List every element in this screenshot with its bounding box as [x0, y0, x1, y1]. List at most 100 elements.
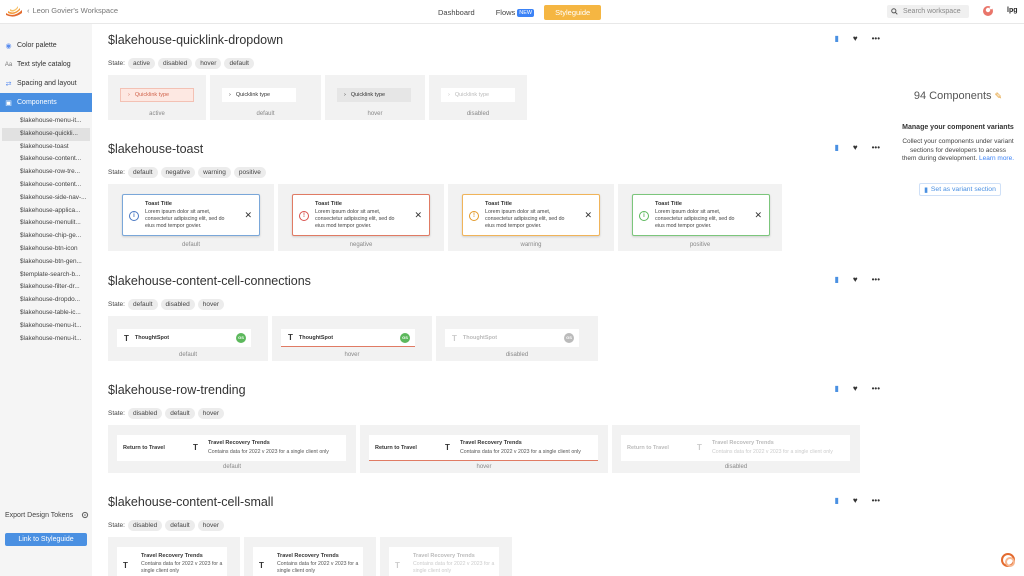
variant-card[interactable]: › Quicklink type disabled	[429, 75, 527, 120]
state-chip[interactable]: disabled	[127, 408, 163, 419]
state-chip[interactable]: disabled	[160, 299, 195, 310]
state-chip[interactable]: default	[127, 299, 158, 310]
sidebar-item[interactable]: $lakehouse-row-tre...	[0, 166, 92, 179]
sidebar-item[interactable]: $lakehouse-btn-icon	[0, 243, 92, 256]
close-icon[interactable]: ✕	[414, 210, 422, 221]
state-chip[interactable]: active	[127, 58, 155, 69]
copy-icon[interactable]: ▮	[834, 275, 838, 284]
user-avatar[interactable]: lpg	[1007, 7, 1018, 14]
copy-icon[interactable]: ▮	[834, 34, 838, 43]
quicklink-dropdown[interactable]: › Quicklink type	[222, 88, 296, 102]
close-icon[interactable]: ✕	[754, 210, 762, 221]
notifications-icon[interactable]	[982, 5, 994, 17]
state-chip[interactable]: hover	[197, 299, 224, 310]
sidebar-item[interactable]: $template-search-b...	[0, 269, 92, 282]
state-chip[interactable]: hover	[195, 58, 222, 69]
set-variant-section-button[interactable]: ▮ Set as variant section	[919, 183, 1001, 196]
help-lifebuoy-icon[interactable]	[1001, 553, 1015, 567]
copy-icon[interactable]: ▮	[834, 496, 838, 505]
heart-icon[interactable]: ♥	[853, 384, 858, 393]
variant-card[interactable]: T Travel Recovery Trends Contains data f…	[108, 537, 240, 576]
content-cell[interactable]: T ThoughtSpot GS	[117, 329, 251, 347]
nav-dashboard[interactable]: Dashboard	[438, 8, 475, 17]
state-chip[interactable]: warning	[198, 167, 231, 178]
sidebar-item[interactable]: $lakehouse-dropdo...	[0, 294, 92, 307]
more-icon[interactable]: •••	[872, 143, 880, 152]
nav-flows[interactable]: Flows NEW	[496, 8, 535, 17]
export-design-tokens[interactable]: Export Design Tokens	[5, 511, 89, 519]
sidebar-item[interactable]: $lakehouse-side-nav-...	[0, 192, 92, 205]
toast[interactable]: i Toast Title Lorem ipsum dolor sit amet…	[632, 194, 770, 236]
variant-card[interactable]: ! Toast Title Lorem ipsum dolor sit amet…	[448, 184, 614, 251]
sidebar-item[interactable]: $lakehouse-menu-it...	[0, 320, 92, 333]
content-cell-small[interactable]: T Travel Recovery Trends Contains data f…	[253, 547, 363, 576]
variant-card[interactable]: › Quicklink type default	[210, 75, 321, 120]
state-chip[interactable]: disabled	[157, 58, 193, 69]
variant-card[interactable]: Return to Travel T Travel Recovery Trend…	[108, 425, 356, 473]
quicklink-dropdown[interactable]: › Quicklink type	[337, 88, 411, 102]
content-cell[interactable]: T ThoughtSpot GS	[281, 329, 415, 347]
state-chip[interactable]: disabled	[127, 520, 163, 531]
sidebar-spacing-layout[interactable]: ⇄ Spacing and layout	[0, 74, 92, 93]
heart-icon[interactable]: ♥	[853, 34, 858, 43]
copy-icon[interactable]: ▮	[834, 143, 838, 152]
toast[interactable]: ! Toast Title Lorem ipsum dolor sit amet…	[462, 194, 600, 236]
sidebar-item[interactable]: $lakehouse-menulit...	[0, 217, 92, 230]
variant-card[interactable]: › Quicklink type active	[108, 75, 206, 120]
sidebar-item[interactable]: $lakehouse-filter-dr...	[0, 281, 92, 294]
heart-icon[interactable]: ♥	[853, 275, 858, 284]
quicklink-dropdown[interactable]: › Quicklink type	[120, 88, 194, 102]
sidebar-item[interactable]: $lakehouse-quickli...	[2, 127, 90, 141]
state-chip[interactable]: hover	[197, 520, 224, 531]
nav-styleguide[interactable]: Styleguide	[544, 5, 602, 20]
state-chip[interactable]: default	[165, 520, 195, 531]
search-input[interactable]: Search workspace	[887, 5, 969, 18]
more-icon[interactable]: •••	[872, 275, 880, 284]
state-chip[interactable]: hover	[197, 408, 224, 419]
back-to-workspace-link[interactable]: ‹ Leon Govier's Workspace	[27, 6, 118, 15]
sidebar-item[interactable]: $lakehouse-content...	[0, 179, 92, 192]
more-icon[interactable]: •••	[872, 496, 880, 505]
copy-icon[interactable]: ▮	[834, 384, 838, 393]
variant-card[interactable]: T ThoughtSpot GS hover	[272, 316, 432, 361]
learn-more-link[interactable]: Learn more.	[979, 155, 1014, 162]
row-trending[interactable]: Return to Travel T Travel Recovery Trend…	[117, 435, 346, 461]
sidebar-item[interactable]: $lakehouse-toast	[0, 141, 92, 154]
sidebar-item[interactable]: $lakehouse-table-ic...	[0, 307, 92, 320]
variant-card[interactable]: i Toast Title Lorem ipsum dolor sit amet…	[618, 184, 782, 251]
heart-icon[interactable]: ♥	[853, 143, 858, 152]
state-chip[interactable]: default	[224, 58, 254, 69]
variant-card[interactable]: T ThoughtSpot GS disabled	[436, 316, 598, 361]
toast[interactable]: ! Toast Title Lorem ipsum dolor sit amet…	[292, 194, 430, 236]
more-icon[interactable]: •••	[872, 384, 880, 393]
sidebar-item[interactable]: $lakehouse-menu-it...	[0, 115, 92, 128]
close-icon[interactable]: ✕	[584, 210, 592, 221]
variant-card[interactable]: ! Toast Title Lorem ipsum dolor sit amet…	[278, 184, 444, 251]
state-chip[interactable]: negative	[160, 167, 196, 178]
variant-card[interactable]: i Toast Title Lorem ipsum dolor sit amet…	[108, 184, 274, 251]
row-trending[interactable]: Return to Travel T Travel Recovery Trend…	[369, 435, 598, 461]
sidebar-item[interactable]: $lakehouse-btn-gen...	[0, 256, 92, 269]
close-icon[interactable]: ✕	[244, 210, 252, 221]
content-cell-small[interactable]: T Travel Recovery Trends Contains data f…	[117, 547, 227, 576]
sidebar-item[interactable]: $lakehouse-content...	[0, 153, 92, 166]
more-icon[interactable]: •••	[872, 34, 880, 43]
link-to-styleguide-button[interactable]: Link to Styleguide	[5, 533, 87, 546]
sidebar-item[interactable]: $lakehouse-chip-ge...	[0, 230, 92, 243]
sidebar-color-palette[interactable]: ◉ Color palette	[0, 36, 92, 55]
app-logo-icon[interactable]	[5, 4, 23, 18]
sidebar-item[interactable]: $lakehouse-applica...	[0, 205, 92, 218]
sidebar-text-style-catalog[interactable]: Aa Text style catalog	[0, 55, 92, 74]
heart-icon[interactable]: ♥	[853, 496, 858, 505]
variant-card[interactable]: T ThoughtSpot GS default	[108, 316, 268, 361]
toast[interactable]: i Toast Title Lorem ipsum dolor sit amet…	[122, 194, 260, 236]
sidebar-item[interactable]: $lakehouse-menu-it...	[0, 333, 92, 346]
variant-card[interactable]: Return to Travel T Travel Recovery Trend…	[360, 425, 608, 473]
pencil-icon[interactable]: ✎	[995, 91, 1003, 101]
state-chip[interactable]: default	[127, 167, 158, 178]
variant-card[interactable]: Return to Travel T Travel Recovery Trend…	[612, 425, 860, 473]
variant-card[interactable]: T Travel Recovery Trends Contains data f…	[244, 537, 376, 576]
variant-card[interactable]: T Travel Recovery Trends Contains data f…	[380, 537, 512, 576]
variant-card[interactable]: › Quicklink type hover	[325, 75, 425, 120]
state-chip[interactable]: default	[165, 408, 195, 419]
